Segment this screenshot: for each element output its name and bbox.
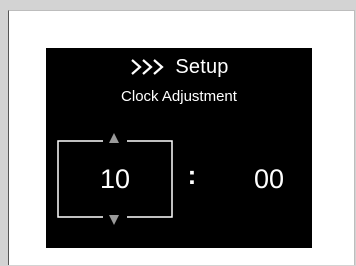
display-frame: Setup Clock Adjustment 10 : 00	[8, 10, 355, 265]
time-separator: :	[187, 160, 197, 190]
screen-header: Setup	[46, 54, 312, 80]
hour-value: 10	[99, 163, 131, 194]
page-title: Setup	[175, 56, 229, 78]
arrow-down-icon[interactable]	[107, 214, 121, 226]
triple-chevron-right-icon	[129, 57, 171, 77]
minute-value[interactable]: 00	[244, 159, 294, 199]
screen-subtitle: Clock Adjustment	[121, 88, 237, 105]
setup-screen: Setup Clock Adjustment 10 : 00	[46, 48, 312, 248]
hour-selector[interactable]: 10	[57, 133, 173, 225]
